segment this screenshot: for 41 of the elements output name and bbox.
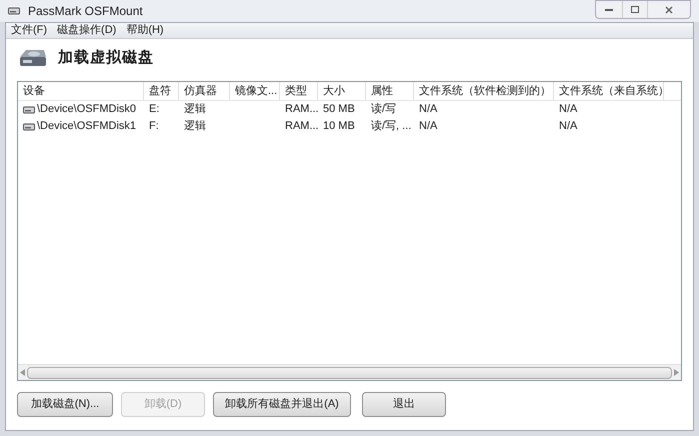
column-header[interactable]: 仿真器 bbox=[179, 82, 230, 100]
action-button[interactable]: 卸载所有磁盘并退出(A) bbox=[213, 392, 351, 417]
table-cell-text: F: bbox=[149, 119, 159, 134]
menu-item[interactable]: 帮助(H) bbox=[121, 22, 169, 39]
table-row[interactable]: \Device\OSFMDisk1 F: 逻辑 RAM... 10 MB 读/写, ... N/A N/A bbox=[18, 118, 681, 135]
disk-drive-icon bbox=[18, 47, 48, 69]
action-button[interactable]: 加载磁盘(N)... bbox=[17, 392, 113, 417]
table-cell-text: \Device\OSFMDisk0 bbox=[37, 102, 136, 118]
table-cell-text: RAM... bbox=[285, 102, 319, 118]
column-header[interactable]: 镜像文... bbox=[230, 82, 280, 100]
table-cell-text: N/A bbox=[419, 119, 438, 134]
column-header[interactable]: 大小 bbox=[318, 82, 366, 100]
table-cell-text: 10 MB bbox=[323, 119, 355, 134]
table-cell-text: \Device\OSFMDisk1 bbox=[37, 119, 136, 134]
column-header[interactable]: 文件系统（软件检测到的） bbox=[414, 82, 554, 100]
page-heading: 加载虚拟磁盘 bbox=[58, 48, 154, 68]
table-cell-text: 读/写, ... bbox=[371, 119, 412, 134]
drive-icon bbox=[8, 7, 20, 15]
column-header[interactable]: 设备 bbox=[18, 82, 144, 100]
drive-icon bbox=[23, 106, 35, 114]
close-icon bbox=[665, 6, 673, 14]
table-cell-text: N/A bbox=[559, 119, 578, 134]
table-cell-text: 逻辑 bbox=[184, 102, 206, 118]
table-cell-text: 50 MB bbox=[323, 102, 355, 118]
table-cell-text: N/A bbox=[559, 102, 578, 118]
column-header[interactable]: 属性 bbox=[366, 82, 414, 100]
table-cell-text: RAM... bbox=[285, 119, 319, 134]
maximize-button[interactable] bbox=[622, 1, 648, 18]
table-cell-text: N/A bbox=[419, 102, 438, 118]
window-title: PassMark OSFMount bbox=[28, 3, 144, 20]
column-header[interactable]: 类型 bbox=[280, 82, 318, 100]
table-cell-text: 读/写 bbox=[371, 102, 396, 118]
column-header[interactable]: 盘符 bbox=[144, 82, 179, 100]
table-cell-text: 逻辑 bbox=[184, 119, 206, 134]
column-header[interactable]: 文件系统（来自系统） bbox=[554, 82, 664, 100]
drive-icon bbox=[23, 122, 35, 130]
menu-item[interactable]: 磁盘操作(D) bbox=[52, 22, 122, 39]
table-row[interactable]: \Device\OSFMDisk0 E: 逻辑 RAM... 50 MB 读/写 N/A N/A bbox=[18, 101, 681, 118]
action-button[interactable]: 退出 bbox=[362, 392, 446, 417]
table-cell-text: E: bbox=[149, 102, 160, 118]
menu-item[interactable]: 文件(F) bbox=[6, 22, 52, 39]
